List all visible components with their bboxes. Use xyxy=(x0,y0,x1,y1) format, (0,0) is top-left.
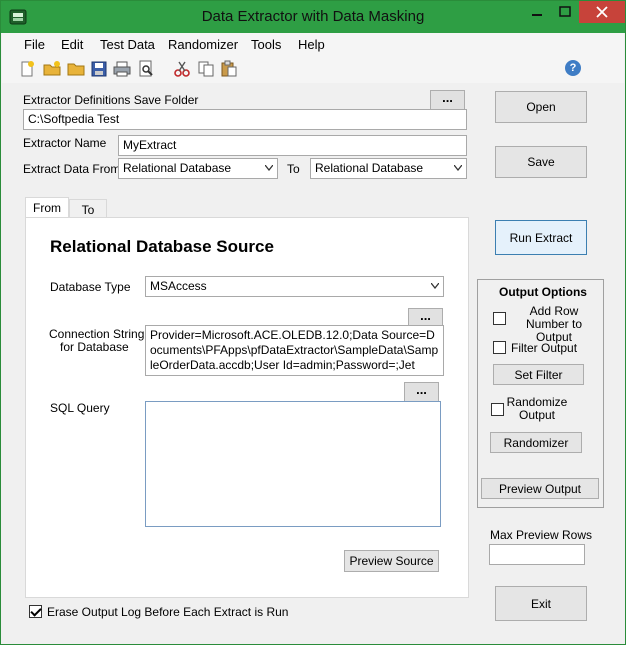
database-type-select[interactable]: MSAccess xyxy=(145,276,444,297)
browse-folder-button[interactable]: ... xyxy=(430,90,465,110)
help-icon[interactable]: ? xyxy=(565,60,581,76)
query-builder-button[interactable]: ... xyxy=(404,382,439,402)
run-extract-label: Run Extract xyxy=(509,230,573,245)
randomize-output-label: Randomize Output xyxy=(506,395,568,422)
cut-icon[interactable] xyxy=(173,60,191,78)
preview-source-button[interactable]: Preview Source xyxy=(344,550,439,572)
paste-icon[interactable] xyxy=(220,60,238,78)
new-file-icon[interactable] xyxy=(18,60,36,78)
title-bar[interactable]: Data Extractor with Data Masking xyxy=(1,1,625,33)
connection-label-line1: Connection String xyxy=(49,327,145,341)
folder-icon[interactable] xyxy=(67,60,85,78)
randomize-output-checkbox[interactable] xyxy=(491,403,504,416)
chevron-down-icon xyxy=(431,283,439,289)
max-preview-rows-label: Max Preview Rows xyxy=(490,528,593,542)
extract-from-label: Extract Data From xyxy=(23,162,121,176)
run-extract-button[interactable]: Run Extract xyxy=(495,220,587,255)
menu-edit[interactable]: Edit xyxy=(61,37,83,52)
tab-from[interactable]: From xyxy=(25,197,69,218)
preview-output-button[interactable]: Preview Output xyxy=(481,478,599,499)
set-filter-label: Set Filter xyxy=(514,367,563,382)
toolbar: ? xyxy=(2,55,624,83)
connection-string-field[interactable]: Provider=Microsoft.ACE.OLEDB.12.0;Data S… xyxy=(145,325,444,376)
max-preview-rows-field[interactable] xyxy=(489,544,585,565)
erase-log-label: Erase Output Log Before Each Extract is … xyxy=(47,605,289,619)
save-button-label: Save xyxy=(527,155,555,169)
source-heading: Relational Database Source xyxy=(50,237,274,256)
chevron-down-icon xyxy=(265,165,273,171)
open-button[interactable]: Open xyxy=(495,91,587,123)
exit-button-label: Exit xyxy=(530,596,551,611)
database-type-label: Database Type xyxy=(50,280,131,294)
maximize-button[interactable] xyxy=(551,1,579,23)
preview-output-label: Preview Output xyxy=(498,481,582,496)
filter-output-label: Filter Output xyxy=(511,341,578,355)
menu-help[interactable]: Help xyxy=(298,37,325,52)
menu-test-data[interactable]: Test Data xyxy=(100,37,155,52)
randomizer-button[interactable]: Randomizer xyxy=(490,432,582,453)
main-window: Data Extractor with Data Masking File Ed… xyxy=(0,0,626,645)
chevron-down-icon xyxy=(454,165,462,171)
minimize-button[interactable] xyxy=(523,1,551,23)
menu-randomizer[interactable]: Randomizer xyxy=(168,37,238,52)
print-preview-icon[interactable] xyxy=(137,60,155,78)
to-label: To xyxy=(287,162,300,176)
exit-button[interactable]: Exit xyxy=(495,586,587,621)
output-options-title: Output Options xyxy=(499,285,587,299)
save-folder-label: Extractor Definitions Save Folder xyxy=(23,93,199,107)
randomizer-label: Randomizer xyxy=(503,435,569,450)
extractor-name-label: Extractor Name xyxy=(23,136,107,150)
menu-file[interactable]: File xyxy=(24,37,45,52)
sql-query-label: SQL Query xyxy=(50,401,110,415)
save-folder-field[interactable]: C:\Softpedia Test xyxy=(23,109,467,130)
extract-to-select[interactable]: Relational Database xyxy=(310,158,467,179)
save-icon[interactable] xyxy=(90,60,108,78)
copy-icon[interactable] xyxy=(197,60,215,78)
connection-label-line2: for Database xyxy=(60,340,129,354)
open-folder-icon[interactable] xyxy=(43,60,61,78)
preview-source-label: Preview Source xyxy=(349,554,434,568)
sql-query-field[interactable] xyxy=(145,401,441,527)
extract-from-select[interactable]: Relational Database xyxy=(118,158,278,179)
add-row-number-checkbox[interactable] xyxy=(493,312,506,325)
save-button[interactable]: Save xyxy=(495,146,587,178)
open-button-label: Open xyxy=(526,100,556,114)
filter-output-checkbox[interactable] xyxy=(493,341,506,354)
extractor-name-field[interactable]: MyExtract xyxy=(118,135,467,156)
set-filter-button[interactable]: Set Filter xyxy=(493,364,584,385)
print-icon[interactable] xyxy=(113,60,131,78)
erase-log-checkbox[interactable] xyxy=(29,605,42,618)
menu-bar: File Edit Test Data Randomizer Tools Hel… xyxy=(2,33,624,55)
add-row-number-label: Add Row Number to Output xyxy=(525,304,583,344)
extract-from-value: Relational Database xyxy=(123,161,232,175)
database-type-value: MSAccess xyxy=(150,279,207,293)
menu-tools[interactable]: Tools xyxy=(251,37,281,52)
close-button[interactable] xyxy=(579,1,625,23)
extract-to-value: Relational Database xyxy=(315,161,424,175)
